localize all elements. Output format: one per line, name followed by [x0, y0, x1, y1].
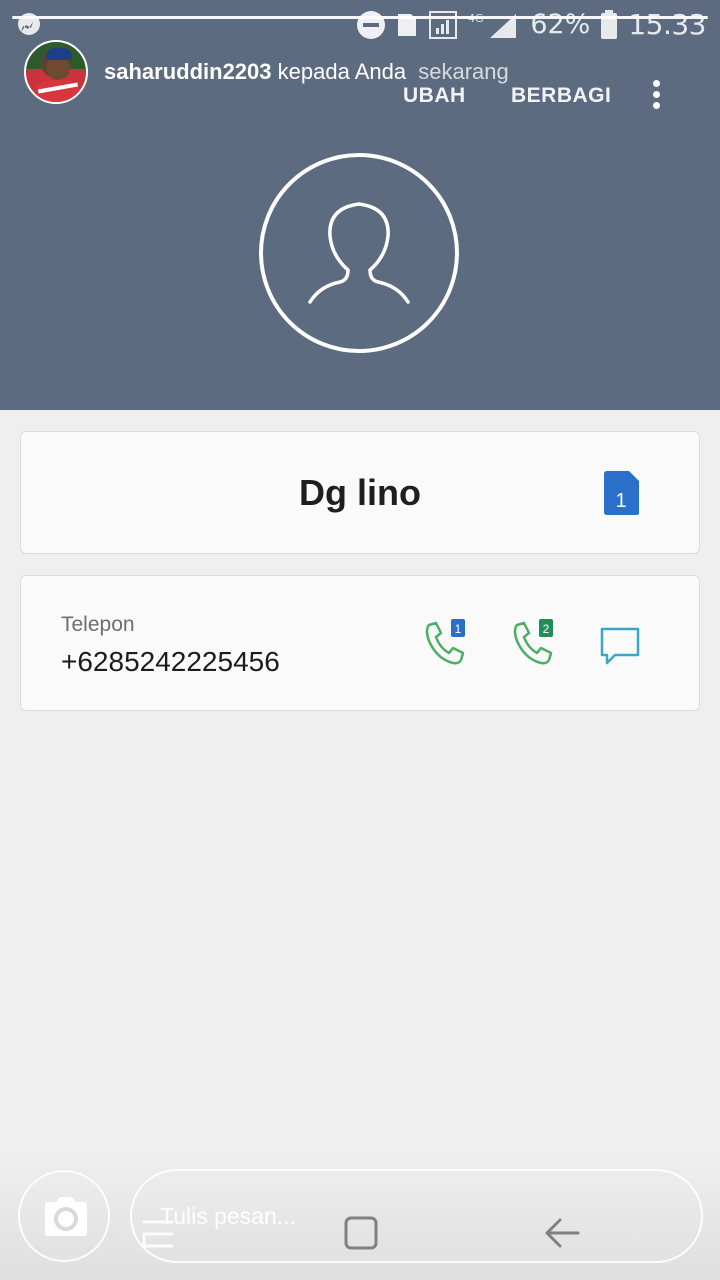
back-icon[interactable] — [542, 1214, 582, 1252]
phone-card: Telepon +6285242225456 1 2 — [20, 575, 700, 711]
recent-apps-icon[interactable] — [140, 1216, 176, 1252]
share-button[interactable]: BERBAGI — [511, 84, 611, 108]
home-icon[interactable] — [342, 1214, 380, 1252]
story-caption: saharuddin2203 kepada Anda sekarang — [104, 59, 509, 85]
signal-icon: 4G — [468, 12, 517, 38]
battery-percent: 62% — [530, 9, 591, 40]
contact-name-card: Dg lino 1 — [20, 431, 700, 554]
message-icon[interactable] — [599, 626, 641, 666]
avatar[interactable] — [24, 40, 88, 104]
call-sim2-badge: 2 — [543, 622, 550, 636]
sim-icon — [398, 13, 417, 36]
camera-button[interactable] — [18, 1170, 110, 1262]
message-input[interactable] — [130, 1169, 703, 1263]
phone-number[interactable]: +6285242225456 — [61, 646, 280, 678]
svg-text:4G: 4G — [468, 12, 484, 25]
username[interactable]: saharuddin2203 — [104, 59, 272, 84]
battery-icon — [601, 9, 618, 39]
sim1-label: 1 — [615, 490, 626, 512]
camera-icon — [45, 1197, 87, 1236]
story-time: sekarang — [418, 59, 509, 84]
call-sim2-icon[interactable]: 2 — [509, 619, 561, 669]
more-options-icon[interactable] — [646, 78, 666, 114]
do-not-disturb-icon — [357, 10, 386, 39]
contact-photo-placeholder-icon[interactable] — [258, 152, 460, 354]
call-sim1-badge: 1 — [455, 622, 462, 636]
messenger-icon — [18, 13, 40, 35]
clock: 15.33 — [628, 8, 706, 41]
recipient-text: kepada Anda — [277, 59, 407, 84]
edit-button[interactable]: UBAH — [403, 84, 466, 108]
data-saver-icon — [429, 10, 458, 39]
contact-name: Dg lino — [299, 472, 421, 513]
sim1-icon: 1 — [604, 471, 639, 515]
call-sim1-icon[interactable]: 1 — [421, 619, 473, 669]
phone-label: Telepon — [61, 613, 135, 636]
